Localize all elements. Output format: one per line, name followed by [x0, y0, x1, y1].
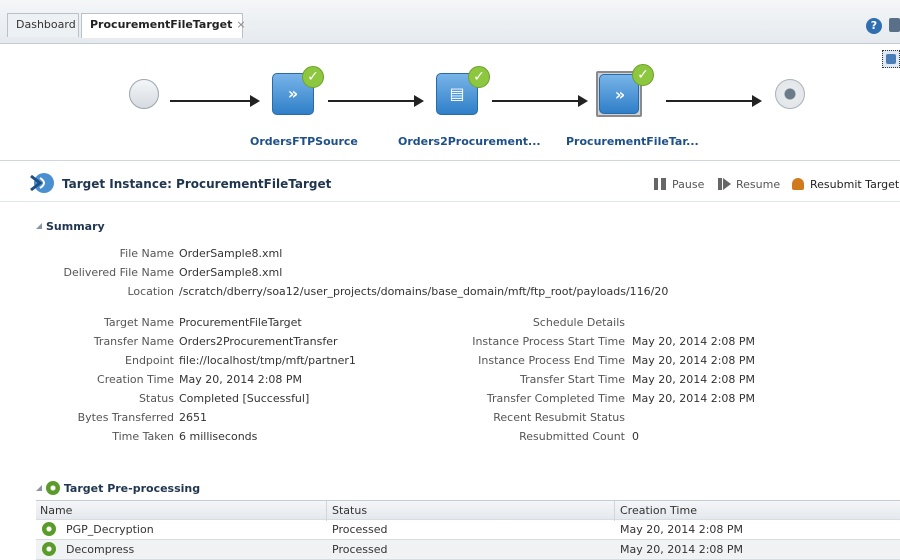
collapse-triangle-icon: [36, 485, 42, 491]
close-icon[interactable]: ×: [236, 18, 245, 31]
tab-label: Dashboard: [16, 18, 76, 31]
resume-icon: [718, 178, 731, 190]
gear-icon: [42, 522, 56, 536]
resubmit-target-button[interactable]: Resubmit Target: [792, 178, 899, 191]
field-label: Transfer Name: [93, 335, 174, 348]
pause-label: Pause: [672, 178, 705, 191]
flow-node-label[interactable]: ProcurementFileTar...: [566, 135, 699, 148]
tab-dashboard[interactable]: Dashboard: [7, 13, 79, 37]
collapse-triangle-icon: [36, 223, 42, 229]
field-value: 6 milliseconds: [179, 430, 258, 443]
column-header-creation-time[interactable]: Creation Time: [620, 501, 697, 521]
preprocessing-section-header[interactable]: Target Pre-processing: [36, 481, 200, 495]
gear-icon: [46, 481, 60, 495]
field-label: Bytes Transferred: [77, 411, 174, 424]
column-divider[interactable]: [614, 501, 615, 521]
field-value: OrderSample8.xml: [179, 266, 283, 279]
target-icon: [30, 173, 54, 193]
field-label: Transfer Start Time: [519, 373, 625, 386]
flow-node-label[interactable]: Orders2Procurement...: [398, 135, 541, 148]
flow-node-label[interactable]: OrdersFTPSource: [250, 135, 358, 148]
column-header-status[interactable]: Status: [332, 501, 367, 521]
arrow-icon: [492, 95, 588, 107]
resubmit-label: Resubmit Target: [810, 178, 900, 191]
row-name: Decompress: [66, 543, 135, 556]
end-node-icon: [775, 79, 805, 109]
transfer-icon: ▤: [449, 84, 465, 103]
field-label: Recent Resubmit Status: [493, 411, 625, 424]
field-value: ProcurementFileTarget: [179, 316, 302, 329]
field-value: file://localhost/tmp/mft/partner1: [179, 354, 356, 367]
arrow-icon: [170, 95, 260, 107]
start-node-icon: [129, 79, 159, 109]
instance-title-bar: Target Instance: ProcurementFileTarget P…: [0, 160, 900, 202]
field-label: Time Taken: [112, 430, 174, 443]
row-status: Processed: [332, 523, 388, 536]
check-icon: ✓: [302, 66, 324, 88]
field-value: Completed [Successful]: [179, 392, 310, 405]
field-label: Status: [138, 392, 174, 405]
target-icon: »: [614, 85, 626, 104]
preprocessing-table: Name Status Creation Time PGP_Decryption…: [36, 500, 900, 560]
source-icon: »: [287, 84, 299, 103]
field-label: Instance Process Start Time: [472, 335, 625, 348]
row-status: Processed: [332, 543, 388, 556]
check-icon: ✓: [468, 66, 490, 88]
field-label: Delivered File Name: [63, 266, 174, 279]
field-label: Instance Process End Time: [478, 354, 625, 367]
field-label: Location: [127, 285, 174, 298]
field-value: May 20, 2014 2:08 PM: [632, 392, 756, 405]
arrow-icon: [328, 95, 424, 107]
page-title: Target Instance: ProcurementFileTarget: [62, 177, 332, 191]
window-icon[interactable]: [889, 18, 900, 32]
arrow-icon: [666, 95, 762, 107]
field-label: Resubmitted Count: [519, 430, 625, 443]
resume-button[interactable]: Resume: [718, 178, 780, 191]
help-icon[interactable]: ?: [866, 18, 882, 34]
field-value: 0: [632, 430, 639, 443]
table-row[interactable]: PGP_Decryption Processed May 20, 2014 2:…: [36, 520, 900, 540]
field-value: 2651: [179, 411, 207, 424]
table-row[interactable]: Decompress Processed May 20, 2014 2:08 P…: [36, 540, 900, 560]
resume-label: Resume: [736, 178, 781, 191]
row-gear-icon-cell: [42, 520, 56, 540]
column-divider[interactable]: [326, 501, 327, 521]
field-label: Transfer Completed Time: [486, 392, 625, 405]
column-header-name[interactable]: Name: [40, 501, 72, 521]
row-gear-icon-cell: [42, 540, 56, 560]
field-value: Orders2ProcurementTransfer: [179, 335, 338, 348]
pause-button[interactable]: Pause: [654, 178, 704, 191]
tab-procurementfiletarget[interactable]: ProcurementFileTarget ×: [81, 13, 246, 38]
resubmit-icon: [792, 178, 804, 190]
preprocessing-header-label: Target Pre-processing: [63, 482, 201, 495]
check-icon: ✓: [632, 64, 654, 86]
field-value: May 20, 2014 2:08 PM: [632, 335, 756, 348]
row-creation-time: May 20, 2014 2:08 PM: [620, 543, 744, 556]
field-label: Target Name: [104, 316, 174, 329]
field-value: May 20, 2014 2:08 PM: [632, 354, 756, 367]
flow-diagram: » ✓ OrdersFTPSource ▤ ✓ Orders2Procureme…: [0, 44, 900, 158]
row-creation-time: May 20, 2014 2:08 PM: [620, 523, 744, 536]
row-name: PGP_Decryption: [66, 523, 154, 536]
table-header-row: Name Status Creation Time: [36, 500, 900, 521]
tab-bar: Dashboard ProcurementFileTarget × ?: [0, 0, 900, 44]
field-label: Schedule Details: [532, 316, 625, 329]
field-label: Endpoint: [125, 354, 174, 367]
pause-icon: [654, 178, 666, 190]
field-value: May 20, 2014 2:08 PM: [632, 373, 756, 386]
field-value: May 20, 2014 2:08 PM: [179, 373, 303, 386]
summary-header-label: Summary: [46, 220, 105, 233]
summary-section-header[interactable]: Summary: [36, 220, 105, 233]
field-value: /scratch/dberry/soa12/user_projects/doma…: [179, 285, 669, 298]
gear-icon: [42, 542, 56, 556]
tab-label: ProcurementFileTarget: [90, 18, 233, 31]
field-value: OrderSample8.xml: [179, 247, 283, 260]
field-label: File Name: [119, 247, 174, 260]
field-label: Creation Time: [97, 373, 174, 386]
